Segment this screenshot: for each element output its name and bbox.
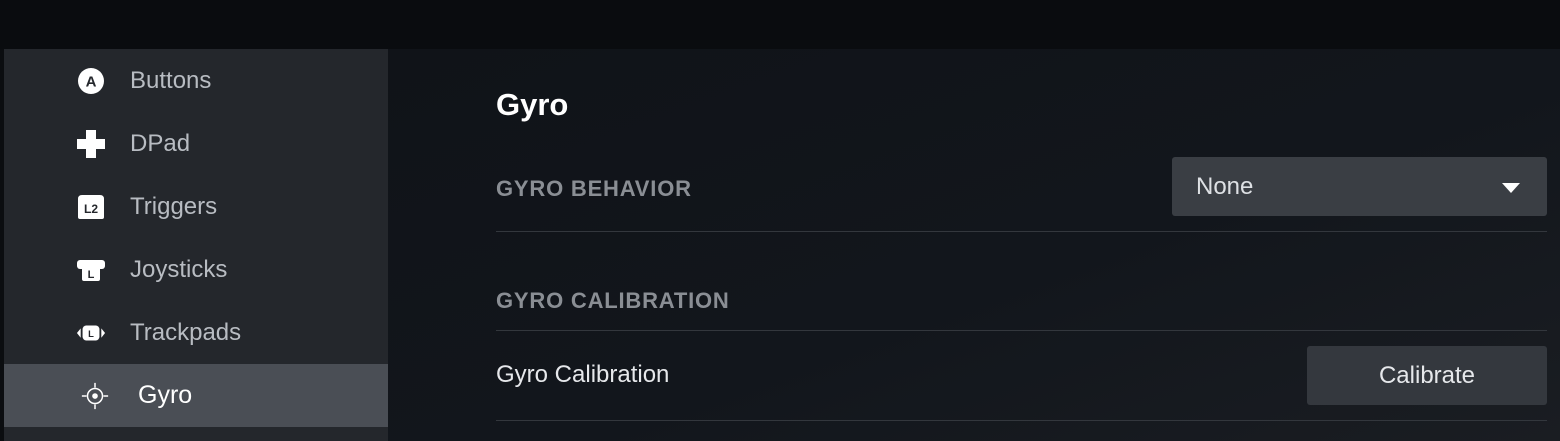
- divider: [496, 420, 1547, 421]
- sidebar-item-label: Triggers: [130, 192, 218, 220]
- main-content: Gyro GYRO BEHAVIOR None GYRO CALIBRATION…: [388, 49, 1560, 441]
- divider: [496, 330, 1547, 331]
- sidebar-item-triggers[interactable]: L2 Triggers: [4, 175, 388, 238]
- joystick-icon-letter: L: [88, 269, 95, 281]
- gyro-calibration-section-label: GYRO CALIBRATION: [496, 288, 730, 313]
- trackpad-icon: L: [76, 318, 106, 348]
- l2-trigger-icon: L2: [76, 192, 106, 222]
- gyro-behavior-selected-value: None: [1196, 173, 1254, 200]
- sidebar-item-buttons[interactable]: A Buttons: [4, 49, 388, 112]
- page-title: Gyro: [496, 87, 569, 122]
- l2-trigger-icon-text: L2: [84, 202, 98, 216]
- sidebar-item-label: Gyro: [138, 381, 193, 409]
- sidebar-item-label: Buttons: [130, 66, 212, 94]
- trackpad-icon-letter: L: [88, 329, 94, 339]
- sidebar-item-label: DPad: [130, 129, 191, 157]
- a-button-icon: A: [76, 66, 106, 96]
- top-bar: [0, 0, 1560, 49]
- joystick-icon: L: [76, 255, 106, 285]
- calibrate-button[interactable]: Calibrate: [1307, 346, 1547, 405]
- sidebar-item-label: Joysticks: [130, 255, 228, 283]
- gyro-calibration-row-label: Gyro Calibration: [496, 361, 670, 388]
- dpad-icon: [76, 129, 106, 159]
- sidebar-item-trackpads[interactable]: L Trackpads: [4, 301, 388, 364]
- gyro-behavior-dropdown[interactable]: None: [1172, 157, 1547, 216]
- divider: [496, 231, 1547, 232]
- sidebar: A Buttons DPad L2 Triggers L Joysticks L…: [4, 49, 388, 441]
- chevron-down-icon: [1501, 181, 1521, 199]
- sidebar-item-label: Trackpads: [130, 318, 242, 346]
- gyro-behavior-label: GYRO BEHAVIOR: [496, 176, 692, 201]
- a-button-icon-letter: A: [86, 73, 97, 90]
- gyro-icon: [80, 381, 110, 411]
- sidebar-item-dpad[interactable]: DPad: [4, 112, 388, 175]
- sidebar-item-gyro[interactable]: Gyro: [4, 364, 388, 427]
- sidebar-item-joysticks[interactable]: L Joysticks: [4, 238, 388, 301]
